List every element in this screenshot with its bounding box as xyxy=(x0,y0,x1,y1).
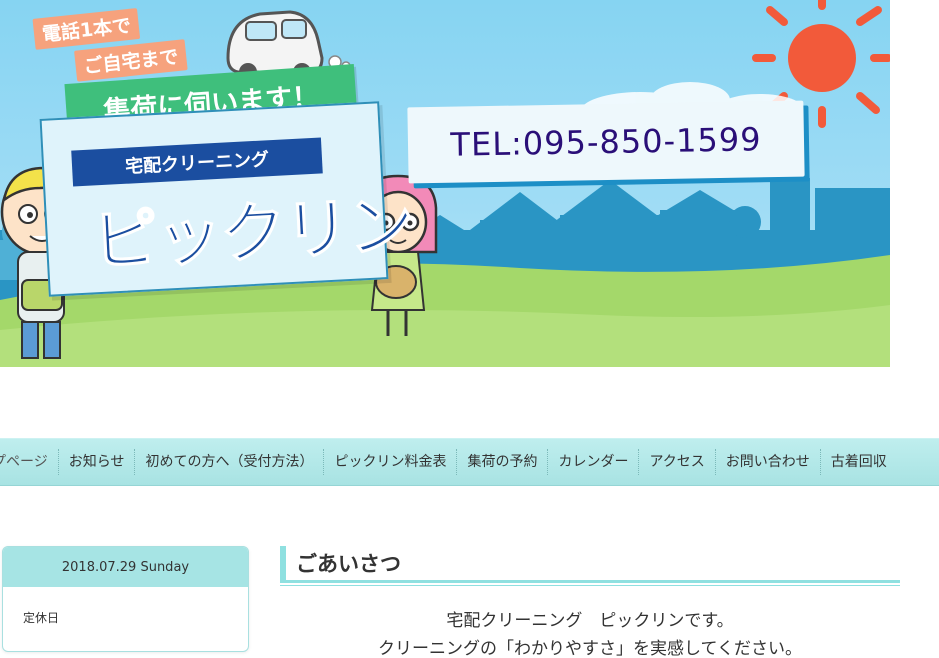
tag-line-2: ご自宅まで xyxy=(74,39,188,82)
nav-item-price-list[interactable]: ピックリン料金表 xyxy=(324,449,458,475)
greeting-line-1: 宅配クリーニング ピックリンです。 xyxy=(446,611,734,631)
nav-item-first-time[interactable]: 初めての方へ（受付方法） xyxy=(135,449,325,475)
nav-item-contact[interactable]: お問い合わせ xyxy=(716,449,821,475)
hero-banner: 電話1本で ご自宅まで 集荷に伺います！ 宅配クリーニング ピックリン TEL:… xyxy=(0,0,890,367)
calendar-widget: 2018.07.29 Sunday 定休日 xyxy=(2,546,249,652)
brand-logo[interactable]: ピックリン xyxy=(90,172,415,285)
nav-item-used-clothes[interactable]: 古着回収 xyxy=(821,449,897,475)
nav-item-calendar[interactable]: カレンダー xyxy=(548,449,640,475)
nav-item-news[interactable]: お知らせ xyxy=(59,449,136,475)
phone-number-box[interactable]: TEL:095-850-1599 xyxy=(407,100,805,184)
greeting-line-2: クリーニングの「わかりやすさ」を実感してください。 xyxy=(378,639,802,658)
calendar-date: 2018.07.29 Sunday xyxy=(3,547,248,587)
nav-item-access[interactable]: アクセス xyxy=(639,449,716,475)
global-nav: プページ お知らせ 初めての方へ（受付方法） ピックリン料金表 集荷の予約 カレ… xyxy=(0,438,939,486)
nav-item-pickup-reservation[interactable]: 集荷の予約 xyxy=(457,449,549,475)
calendar-note: 定休日 xyxy=(23,611,60,625)
phone-number[interactable]: TEL:095-850-1599 xyxy=(450,120,762,163)
nav-item-top-page[interactable]: プページ xyxy=(0,449,59,475)
page-title: ごあいさつ xyxy=(280,546,900,580)
title-divider xyxy=(280,580,900,586)
